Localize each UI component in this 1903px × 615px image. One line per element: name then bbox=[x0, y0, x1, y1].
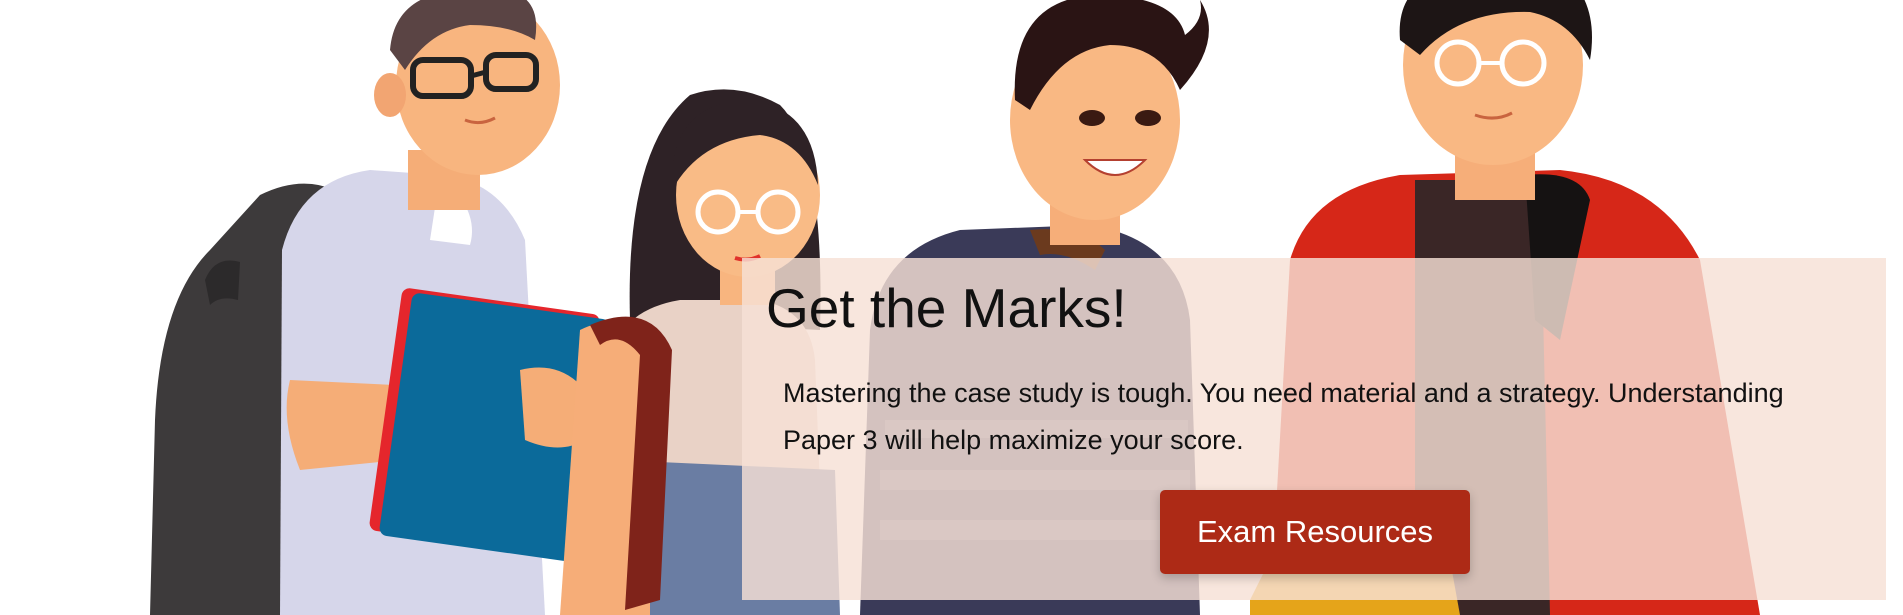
hero-description: Mastering the case study is tough. You n… bbox=[783, 378, 1784, 455]
hero-title: Get the Marks! bbox=[766, 277, 1127, 339]
hero-text-panel: Get the Marks! Mastering the case study … bbox=[742, 258, 1886, 600]
exam-resources-button[interactable]: Exam Resources bbox=[1160, 490, 1470, 574]
student-with-books bbox=[150, 0, 610, 615]
hero-banner: Get the Marks! Mastering the case study … bbox=[0, 0, 1903, 615]
